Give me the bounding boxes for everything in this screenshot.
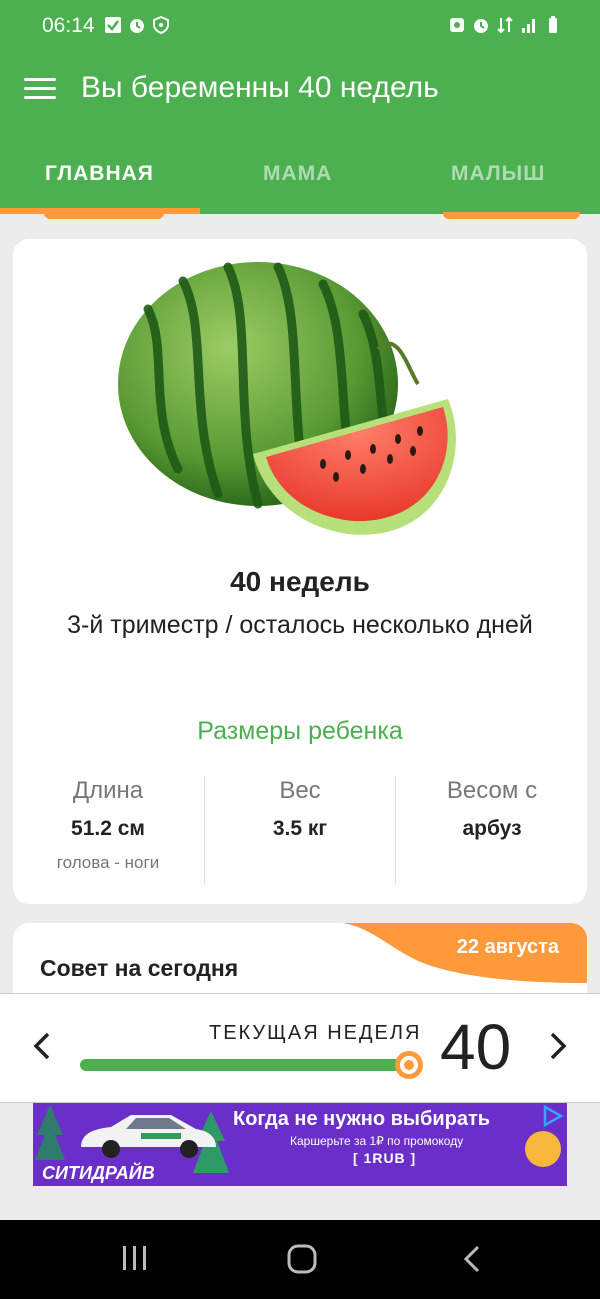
chevron-right-icon[interactable] bbox=[544, 1026, 574, 1066]
ad-subline: Каршерьте за 1₽ по промокоду bbox=[290, 1134, 464, 1148]
home-icon[interactable] bbox=[286, 1244, 318, 1274]
car-icon bbox=[81, 1115, 216, 1158]
status-time: 06:14 bbox=[42, 14, 95, 37]
watermelon-image bbox=[118, 262, 456, 535]
size-sub: голова - ноги bbox=[56, 853, 160, 872]
advice-card[interactable]: 22 августа Совет на сегодня bbox=[13, 923, 587, 1003]
size-value: 3.5 кг bbox=[272, 817, 328, 840]
current-week-label: ТЕКУЩАЯ НЕДЕЛЯ bbox=[209, 1022, 422, 1044]
current-week-number: 40 bbox=[440, 1011, 512, 1083]
size-label: Длина bbox=[72, 777, 144, 804]
chevron-left-icon[interactable] bbox=[26, 1026, 56, 1066]
ad-promo-code: [ 1RUB ] bbox=[353, 1150, 417, 1166]
week-card[interactable]: 40 недель 3-й триместр / осталось нескол… bbox=[13, 239, 587, 904]
size-column-compare: Весом с арбуз bbox=[397, 777, 587, 841]
baby-sizes-title: Размеры ребенка bbox=[197, 717, 403, 745]
card-peek-left bbox=[44, 212, 164, 219]
week-progress-track[interactable] bbox=[80, 1059, 410, 1071]
size-column-length: Длина 51.2 см голова - ноги bbox=[13, 777, 203, 873]
ad-brand: СИТИДРАЙВ bbox=[42, 1163, 155, 1183]
advice-title: Совет на сегодня bbox=[40, 955, 239, 981]
hamburger-menu-icon[interactable] bbox=[24, 78, 56, 102]
size-label: Весом с bbox=[446, 777, 538, 804]
battery-icon bbox=[549, 16, 557, 33]
alarm-icon bbox=[130, 19, 144, 33]
app-bar: Вы беременны 40 недель bbox=[0, 54, 600, 128]
alarm-icon bbox=[450, 18, 464, 32]
card-peek-right bbox=[443, 212, 580, 219]
shield-icon bbox=[153, 16, 169, 34]
back-icon[interactable] bbox=[460, 1244, 484, 1274]
heart-eyes-emoji-icon bbox=[525, 1131, 561, 1167]
tab-baby[interactable]: МАЛЫШ bbox=[451, 162, 545, 186]
page-title: Вы беременны 40 недель bbox=[81, 71, 439, 104]
tab-home[interactable]: ГЛАВНАЯ bbox=[45, 162, 154, 186]
signal-icon bbox=[522, 19, 535, 33]
check-icon bbox=[105, 17, 121, 33]
week-progress-knob[interactable] bbox=[395, 1051, 423, 1079]
data-icon bbox=[497, 16, 513, 34]
trimester-text: 3-й триместр / осталось несколько дней bbox=[67, 611, 533, 639]
tab-mom[interactable]: МАМА bbox=[263, 162, 332, 186]
size-label: Вес bbox=[279, 777, 321, 804]
advice-date: 22 августа bbox=[456, 936, 559, 958]
status-bar: 06:14 bbox=[0, 0, 600, 54]
tab-bar: ГЛАВНАЯ МАМА МАЛЫШ bbox=[0, 128, 600, 214]
ad-headline: Когда не нужно выбирать bbox=[233, 1108, 491, 1130]
week-selector: ТЕКУЩАЯ НЕДЕЛЯ 40 bbox=[0, 993, 600, 1103]
column-divider bbox=[395, 776, 396, 884]
week-title: 40 недель bbox=[230, 566, 370, 597]
recents-icon[interactable] bbox=[120, 1244, 150, 1272]
size-value: 51.2 см bbox=[71, 817, 145, 840]
ad-banner[interactable]: СИТИДРАЙВ Когда не нужно выбирать Каршер… bbox=[33, 1103, 567, 1186]
size-column-weight: Вес 3.5 кг bbox=[205, 777, 395, 841]
size-value: арбуз bbox=[462, 817, 522, 840]
alarm-icon bbox=[474, 19, 488, 33]
system-nav-bar bbox=[0, 1220, 600, 1299]
ad-play-icon[interactable] bbox=[541, 1105, 563, 1127]
